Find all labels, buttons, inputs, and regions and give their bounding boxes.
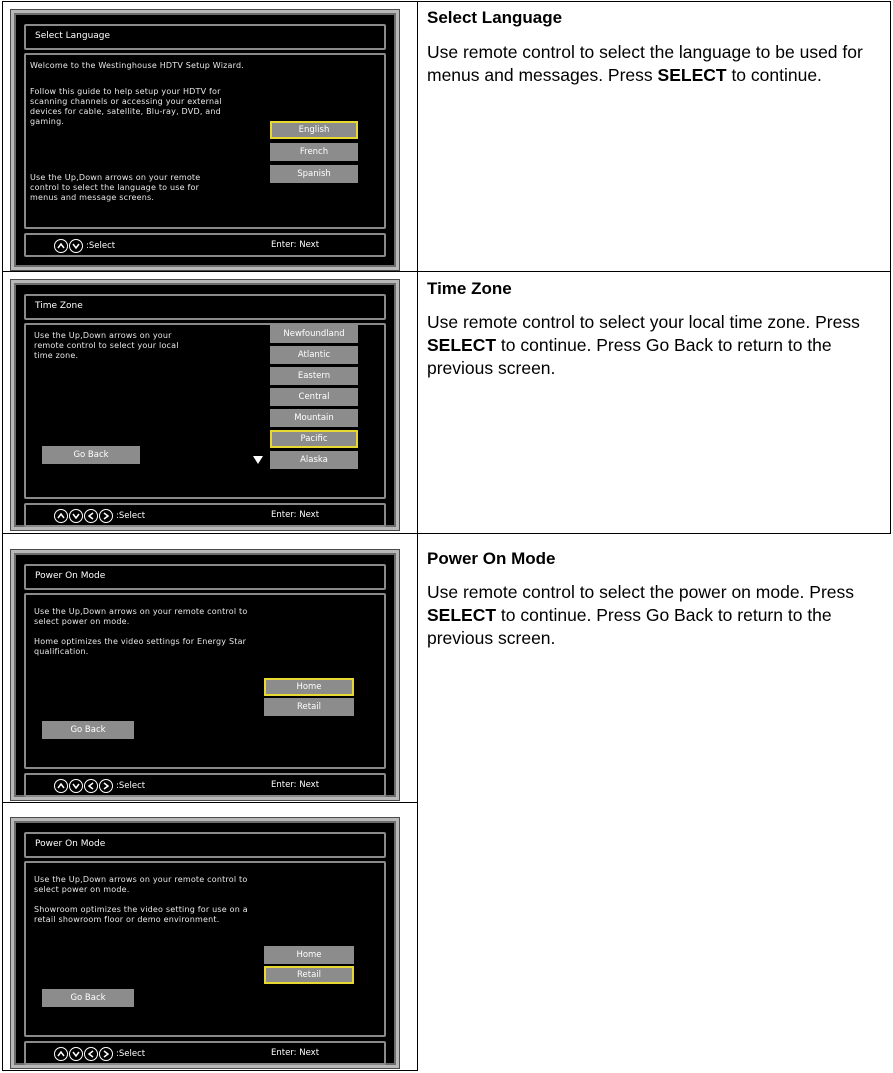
table-border-left — [2, 1, 3, 1071]
up-arrow-icon — [54, 779, 68, 793]
scroll-down-icon[interactable] — [253, 456, 263, 464]
go-back-button[interactable]: Go Back — [42, 989, 134, 1007]
instruction-text: Use the Up,Down arrows on your remote co… — [30, 173, 201, 202]
tz-option-eastern[interactable]: Eastern — [270, 367, 358, 385]
desc-select-language: Use remote control to select the languag… — [427, 41, 887, 87]
up-arrow-icon — [54, 239, 68, 253]
footer-next-label: Enter: Next — [271, 510, 320, 520]
left-arrow-icon — [84, 779, 98, 793]
go-back-button[interactable]: Go Back — [42, 446, 140, 464]
table-divider-1 — [2, 271, 891, 272]
table-divider-2 — [2, 533, 891, 534]
footer-next-label: Enter: Next — [271, 240, 320, 250]
nav-hint: :Select — [54, 509, 145, 523]
footer-select-label: :Select — [116, 1049, 146, 1059]
instruction-text: Use the Up,Down arrows on your remote co… — [34, 875, 248, 894]
table-border-bottom — [2, 1070, 418, 1071]
instruction-text: Use the Up,Down arrows on your remote co… — [34, 331, 179, 360]
screen-body: Use the Up,Down arrows on your remote co… — [24, 861, 386, 1037]
down-arrow-icon — [69, 779, 83, 793]
screen-title: Time Zone — [35, 301, 83, 311]
footer-select-label: :Select — [116, 511, 146, 521]
down-arrow-icon — [69, 1047, 83, 1061]
tz-option-atlantic[interactable]: Atlantic — [270, 346, 358, 364]
screen-title-bar: Time Zone — [24, 294, 386, 320]
screen-title: Power On Mode — [35, 839, 106, 849]
guide-text: Follow this guide to help setup your HDT… — [30, 87, 222, 126]
screen-footer: :Select Enter: Next — [24, 1041, 386, 1065]
info-text: Showroom optimizes the video setting for… — [34, 905, 248, 924]
table-column-divider — [417, 1, 418, 1071]
down-arrow-icon — [69, 239, 83, 253]
desc-text: Use remote control to select your local … — [427, 312, 860, 332]
mode-option-retail[interactable]: Retail — [264, 966, 354, 984]
right-arrow-icon — [99, 1047, 113, 1061]
nav-hint: :Select — [54, 779, 145, 793]
table-border-right — [890, 1, 891, 533]
welcome-text: Welcome to the Westinghouse HDTV Setup W… — [30, 61, 245, 70]
desc-bold: SELECT — [427, 335, 497, 355]
left-arrow-icon — [84, 509, 98, 523]
tz-option-central[interactable]: Central — [270, 388, 358, 406]
screen-title-bar: Select Language — [24, 24, 386, 50]
heading-time-zone: Time Zone — [427, 279, 512, 298]
power-on-mode-retail-screen: Power On Mode Use the Up,Down arrows on … — [11, 818, 399, 1068]
instruction-text: Use the Up,Down arrows on your remote co… — [34, 607, 248, 626]
mode-option-retail[interactable]: Retail — [264, 698, 354, 716]
up-arrow-icon — [54, 509, 68, 523]
desc-text: Use remote control to select the power o… — [427, 582, 855, 602]
screen-title-bar: Power On Mode — [24, 564, 386, 590]
table-border-top — [2, 1, 891, 2]
screen-body: Use the Up,Down arrows on your remote co… — [24, 593, 386, 769]
tz-option-mountain[interactable]: Mountain — [270, 409, 358, 427]
screen-footer: :Select Enter: Next — [24, 233, 386, 257]
down-arrow-icon — [69, 509, 83, 523]
select-language-screen: Select Language Welcome to the Westingho… — [11, 10, 399, 270]
info-text: Home optimizes the video settings for En… — [34, 637, 247, 656]
right-arrow-icon — [99, 779, 113, 793]
tz-option-alaska[interactable]: Alaska — [270, 451, 358, 469]
desc-bold: SELECT — [657, 65, 727, 85]
screen-title: Power On Mode — [35, 571, 106, 581]
power-on-mode-home-screen: Power On Mode Use the Up,Down arrows on … — [11, 550, 399, 800]
language-option-spanish[interactable]: Spanish — [270, 165, 358, 183]
heading-select-language: Select Language — [427, 8, 563, 27]
mode-option-home[interactable]: Home — [264, 678, 354, 696]
desc-text: to continue. — [726, 65, 822, 85]
screen-footer: :Select Enter: Next — [24, 503, 386, 527]
desc-time-zone: Use remote control to select your local … — [427, 311, 887, 380]
right-arrow-icon — [99, 509, 113, 523]
up-arrow-icon — [54, 1047, 68, 1061]
time-zone-screen: Time Zone Use the Up,Down arrows on your… — [11, 280, 399, 530]
go-back-button[interactable]: Go Back — [42, 721, 134, 739]
footer-next-label: Enter: Next — [271, 1048, 320, 1058]
nav-hint: :Select — [54, 239, 115, 253]
heading-power-on-mode: Power On Mode — [427, 549, 556, 568]
screen-body: Welcome to the Westinghouse HDTV Setup W… — [24, 53, 386, 229]
language-option-french[interactable]: French — [270, 143, 358, 161]
screen-body: Use the Up,Down arrows on your remote co… — [24, 323, 386, 499]
desc-bold: SELECT — [427, 605, 497, 625]
screen-footer: :Select Enter: Next — [24, 773, 386, 797]
table-divider-3 — [2, 802, 418, 803]
tz-option-pacific[interactable]: Pacific — [270, 430, 358, 448]
footer-next-label: Enter: Next — [271, 780, 320, 790]
language-option-english[interactable]: English — [270, 121, 358, 139]
left-arrow-icon — [84, 1047, 98, 1061]
tz-option-newfoundland[interactable]: Newfoundland — [270, 325, 358, 343]
screen-title: Select Language — [35, 31, 111, 41]
footer-select-label: :Select — [86, 241, 116, 251]
nav-hint: :Select — [54, 1047, 145, 1061]
mode-option-home[interactable]: Home — [264, 946, 354, 964]
footer-select-label: :Select — [116, 781, 146, 791]
desc-power-on-mode: Use remote control to select the power o… — [427, 581, 887, 650]
screen-title-bar: Power On Mode — [24, 832, 386, 858]
